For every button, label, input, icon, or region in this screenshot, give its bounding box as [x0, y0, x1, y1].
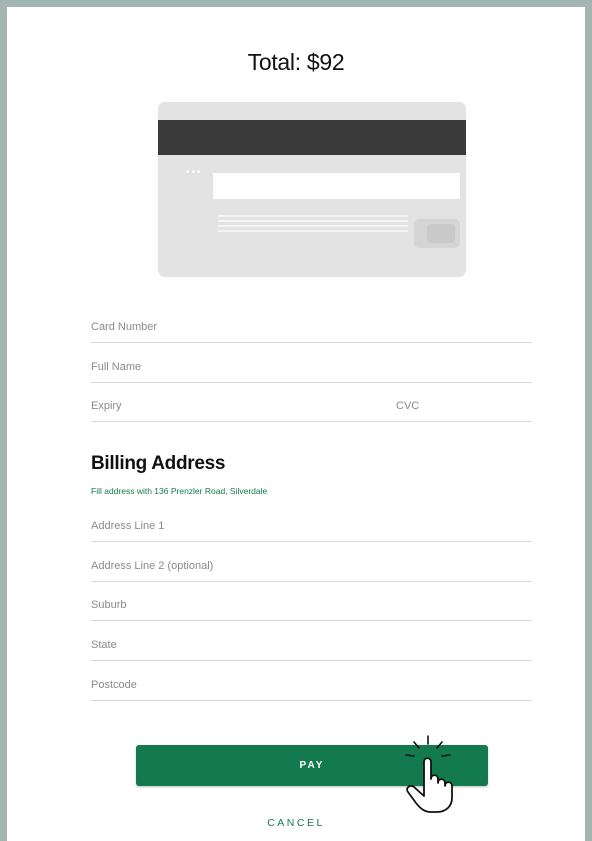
order-total: Total: $92 — [247, 49, 345, 75]
card-fine-print — [218, 215, 408, 235]
fill-address-link[interactable]: Fill address with 136 Prenzler Road, Sil… — [91, 486, 267, 496]
card-magnetic-stripe — [158, 120, 466, 155]
pay-button[interactable]: PAY — [136, 745, 488, 786]
suburb-field[interactable]: Suburb — [91, 595, 536, 622]
address-line-2-input[interactable] — [91, 556, 536, 583]
card-number-field[interactable]: Card Number — [91, 317, 536, 344]
expiry-input[interactable] — [91, 396, 316, 423]
state-field[interactable]: State — [91, 635, 536, 662]
address-line-1-field[interactable]: Address Line 1 — [91, 516, 536, 543]
state-input[interactable] — [91, 635, 536, 662]
cancel-button[interactable]: CANCEL — [7, 817, 585, 829]
full-name-field[interactable]: Full Name — [91, 357, 536, 384]
postcode-input[interactable] — [91, 675, 536, 702]
cvc-input[interactable] — [396, 396, 536, 423]
card-dots: ••• — [186, 167, 203, 178]
card-number-input[interactable] — [91, 317, 536, 344]
card-chip — [414, 219, 460, 248]
address-line-2-field[interactable]: Address Line 2 (optional) — [91, 556, 536, 583]
expiry-cvc-row[interactable]: Expiry CVC — [91, 396, 536, 423]
suburb-input[interactable] — [91, 595, 536, 622]
card-signature-strip — [213, 173, 460, 199]
postcode-field[interactable]: Postcode — [91, 675, 536, 702]
full-name-input[interactable] — [91, 357, 536, 384]
billing-address-heading: Billing Address — [91, 453, 226, 474]
address-line-1-input[interactable] — [91, 516, 536, 543]
payment-sheet: Total: $92 ••• Card Number Full Name Exp… — [7, 7, 585, 841]
credit-card-back-icon: ••• — [158, 102, 466, 277]
